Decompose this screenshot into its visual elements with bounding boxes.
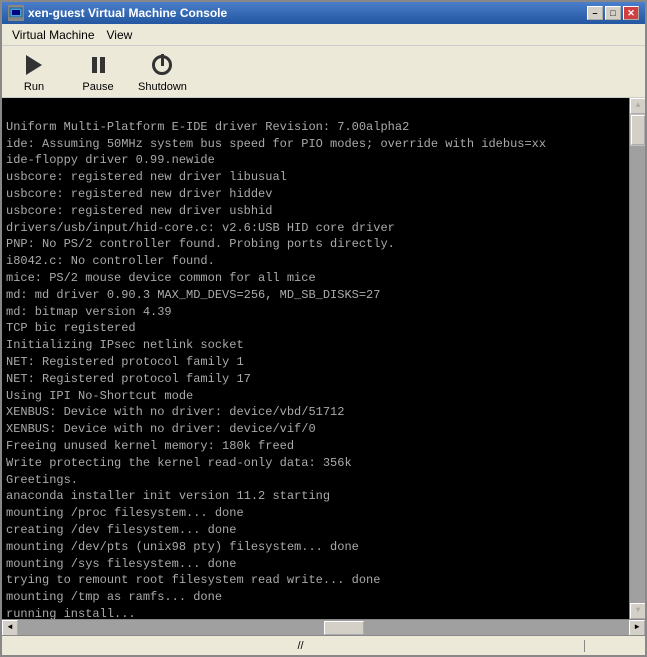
- window: xen-guest Virtual Machine Console – □ ✕ …: [0, 0, 647, 657]
- scroll-down-arrow[interactable]: ▼: [630, 603, 645, 619]
- pause-label: Pause: [82, 81, 113, 93]
- play-icon: [26, 55, 42, 75]
- status-bar: //: [2, 635, 645, 655]
- menu-view-label: View: [107, 28, 133, 42]
- status-middle: //: [294, 640, 586, 652]
- title-text: xen-guest Virtual Machine Console: [28, 6, 227, 20]
- horizontal-scrollbar[interactable]: ◄ ►: [2, 619, 645, 635]
- h-scroll-track[interactable]: [18, 620, 629, 635]
- vertical-scrollbar[interactable]: ▲ ▼: [629, 98, 645, 619]
- menu-virtual-machine[interactable]: Virtual Machine: [6, 26, 101, 44]
- run-label: Run: [24, 81, 44, 93]
- console-text[interactable]: Uniform Multi-Platform E-IDE driver Revi…: [2, 98, 629, 619]
- shutdown-icon-area: [144, 51, 180, 79]
- h-scroll-thumb[interactable]: [324, 621, 364, 635]
- menu-virtual-machine-label: Virtual Machine: [12, 28, 95, 42]
- scroll-track[interactable]: [630, 146, 645, 603]
- maximize-button[interactable]: □: [605, 6, 621, 20]
- shutdown-icon: [152, 55, 172, 75]
- minimize-button[interactable]: –: [587, 6, 603, 20]
- title-bar-left: xen-guest Virtual Machine Console: [8, 5, 227, 21]
- menu-bar: Virtual Machine View: [2, 24, 645, 46]
- run-button[interactable]: Run: [10, 51, 58, 93]
- toolbar: Run Pause Shutdown: [2, 46, 645, 98]
- pause-button[interactable]: Pause: [74, 51, 122, 93]
- menu-view[interactable]: View: [101, 26, 139, 44]
- close-button[interactable]: ✕: [623, 6, 639, 20]
- shutdown-button[interactable]: Shutdown: [138, 51, 187, 93]
- console-area: Uniform Multi-Platform E-IDE driver Revi…: [2, 98, 645, 619]
- pause-bar-left: [92, 57, 97, 73]
- title-bar: xen-guest Virtual Machine Console – □ ✕: [2, 2, 645, 24]
- pause-bar-right: [100, 57, 105, 73]
- scroll-up-arrow[interactable]: ▲: [630, 98, 645, 114]
- status-middle-text: //: [298, 640, 304, 652]
- title-bar-controls: – □ ✕: [587, 6, 639, 20]
- pause-icon-area: [80, 51, 116, 79]
- shutdown-label: Shutdown: [138, 81, 187, 93]
- console-content: Uniform Multi-Platform E-IDE driver Revi…: [6, 120, 546, 619]
- scroll-right-arrow[interactable]: ►: [629, 620, 645, 636]
- pause-icon: [92, 57, 105, 73]
- title-icon: [8, 5, 24, 21]
- scroll-thumb[interactable]: [631, 115, 645, 145]
- run-icon-area: [16, 51, 52, 79]
- scroll-left-arrow[interactable]: ◄: [2, 620, 18, 636]
